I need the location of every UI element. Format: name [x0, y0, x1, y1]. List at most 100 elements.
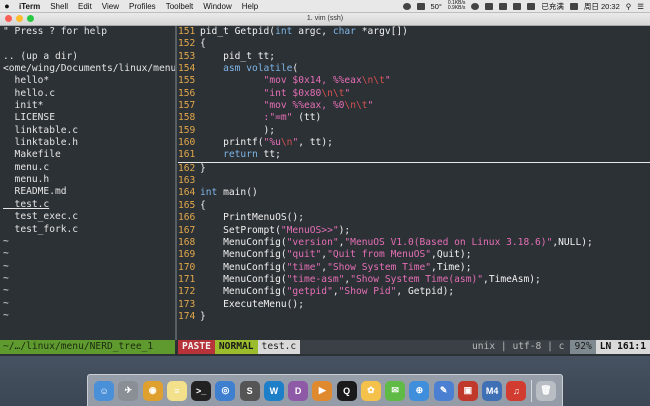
code-line[interactable]: 167 SetPrompt("MenuOS>>");	[178, 225, 650, 237]
line-text[interactable]: printf("%u\n", tt);	[200, 137, 650, 149]
dock-finder-icon[interactable]: ☺	[94, 380, 115, 401]
nerdtree-file-1[interactable]: hello.c	[0, 88, 175, 100]
menu-view[interactable]: View	[97, 2, 124, 11]
zoom-button[interactable]	[27, 15, 34, 22]
line-text[interactable]: return tt;	[200, 149, 650, 161]
line-text[interactable]: "mov $0x14, %%eax\n\t"	[200, 75, 650, 87]
line-text[interactable]: );	[200, 125, 650, 137]
dock-chrome-icon[interactable]: ◉	[142, 380, 163, 401]
code-line[interactable]: 154 asm volatile(	[178, 63, 650, 75]
code-line[interactable]: 166 PrintMenuOS();	[178, 212, 650, 224]
battery-label[interactable]: 已充满	[541, 1, 564, 12]
nerdtree-file-7[interactable]: menu.c	[0, 162, 175, 174]
line-text[interactable]: MenuConfig("time","Show System Time",Tim…	[200, 262, 650, 274]
search-icon[interactable]: ⚲	[626, 2, 632, 11]
code-line[interactable]: 153 pid_t tt;	[178, 51, 650, 63]
nerdtree-root-path[interactable]: <ome/wing/Documents/linux/menu/	[0, 63, 175, 75]
line-text[interactable]: "int $0x80\n\t"	[200, 88, 650, 100]
menu-edit[interactable]: Edit	[73, 2, 97, 11]
line-text[interactable]: asm volatile(	[200, 63, 650, 75]
code-line[interactable]: 162}	[178, 163, 650, 175]
clock-icon[interactable]	[471, 2, 480, 10]
nerdtree-file-10[interactable]: test.c	[0, 199, 175, 211]
nerdtree-file-11[interactable]: test_exec.c	[0, 211, 175, 223]
volume-icon[interactable]	[513, 2, 522, 10]
code-line[interactable]: 160 printf("%u\n", tt);	[178, 137, 650, 149]
dock-slides-icon[interactable]: ▶	[312, 380, 333, 401]
nerdtree-file-9[interactable]: README.md	[0, 186, 175, 198]
code-line[interactable]: 165 {	[178, 200, 650, 212]
minimize-button[interactable]	[16, 15, 23, 22]
split-separator[interactable]	[175, 26, 177, 340]
code-line[interactable]: 159 );	[178, 125, 650, 137]
line-text[interactable]: {	[200, 38, 650, 50]
dock-trash-icon[interactable]: 🗑	[535, 380, 556, 401]
dock-notes-icon[interactable]: ≡	[166, 380, 187, 401]
code-line[interactable]: 161 return tt;	[178, 149, 650, 163]
dock-vmware-icon[interactable]: ▣	[457, 380, 478, 401]
code-line[interactable]: 173 ExecuteMenu();	[178, 299, 650, 311]
code-line[interactable]: 151 pid_t Getpid(int argc, char *argv[])	[178, 26, 650, 38]
line-text[interactable]: MenuConfig("version","MenuOS V1.0(Based …	[200, 237, 650, 249]
line-text[interactable]: }	[200, 163, 650, 175]
clock-label[interactable]: 周日 20:32	[584, 1, 620, 12]
dock-safari-icon[interactable]: ⊕	[409, 380, 430, 401]
dock-terminal-icon[interactable]: >_	[191, 380, 212, 401]
nerdtree-file-8[interactable]: menu.h	[0, 174, 175, 186]
line-text[interactable]	[200, 175, 650, 187]
dock-chromium-icon[interactable]: ◎	[215, 380, 236, 401]
code-line[interactable]: 155 "mov $0x14, %%eax\n\t"	[178, 75, 650, 87]
line-text[interactable]: ExecuteMenu();	[200, 299, 650, 311]
dock-qq-icon[interactable]: Q	[336, 380, 357, 401]
menu-window[interactable]: Window	[198, 2, 236, 11]
flag-icon[interactable]	[569, 2, 578, 10]
code-line[interactable]: 168 MenuConfig("version","MenuOS V1.0(Ba…	[178, 237, 650, 249]
wifi-icon[interactable]	[499, 2, 508, 10]
line-text[interactable]: }	[200, 311, 650, 323]
network-speed[interactable]: 0.1KB/s 0.9KB/s	[448, 1, 466, 11]
bluetooth-icon[interactable]	[485, 2, 494, 10]
code-editor-pane[interactable]: 151 pid_t Getpid(int argc, char *argv[]) 1…	[178, 26, 650, 340]
line-text[interactable]: MenuConfig("quit","Quit from MenuOS",Qui…	[200, 249, 650, 261]
code-line[interactable]: 152 {	[178, 38, 650, 50]
dock-dash-icon[interactable]: D	[288, 380, 309, 401]
nerdtree-file-12[interactable]: test_fork.c	[0, 224, 175, 236]
line-text[interactable]: int main()	[200, 187, 650, 199]
code-line[interactable]: 171 MenuConfig("time-asm","Show System T…	[178, 274, 650, 286]
code-line[interactable]: 172 MenuConfig("getpid","Show Pid", Getp…	[178, 286, 650, 298]
battery-icon[interactable]	[527, 2, 536, 10]
line-text[interactable]: {	[200, 200, 650, 212]
dock-webstorm-icon[interactable]: W	[263, 380, 284, 401]
line-text[interactable]: pid_t tt;	[200, 51, 650, 63]
window-titlebar[interactable]: 1. vim (ssh)	[0, 13, 650, 26]
apple-icon[interactable]: ●	[0, 1, 14, 11]
dock-xcode-icon[interactable]: ✎	[433, 380, 454, 401]
line-text[interactable]: MenuConfig("time-asm","Show System Time(…	[200, 274, 650, 286]
line-text[interactable]: pid_t Getpid(int argc, char *argv[])	[200, 26, 650, 38]
code-line[interactable]: 158 :"=m" (tt)	[178, 112, 650, 124]
code-line[interactable]: 163	[178, 175, 650, 187]
menu-help[interactable]: Help	[237, 2, 263, 11]
dock-sublime-icon[interactable]: S	[239, 380, 260, 401]
line-text[interactable]: PrintMenuOS();	[200, 212, 650, 224]
nerdtree-file-3[interactable]: LICENSE	[0, 112, 175, 124]
dock-netease-icon[interactable]: ♫	[506, 380, 527, 401]
menu-shell[interactable]: Shell	[45, 2, 73, 11]
dock-photos-icon[interactable]: ✿	[360, 380, 381, 401]
temperature-label[interactable]: 50°	[431, 2, 442, 11]
nerdtree-file-0[interactable]: hello*	[0, 75, 175, 87]
menu-profiles[interactable]: Profiles	[124, 2, 161, 11]
line-text[interactable]: :"=m" (tt)	[200, 112, 650, 124]
code-line[interactable]: 164 int main()	[178, 187, 650, 199]
dock-wechat-icon[interactable]: ✉	[385, 380, 406, 401]
code-line[interactable]: 156 "int $0x80\n\t"	[178, 88, 650, 100]
line-text[interactable]: "mov %%eax, %0\n\t"	[200, 100, 650, 112]
nerdtree-file-4[interactable]: linktable.c	[0, 125, 175, 137]
code-line[interactable]: 157 "mov %%eax, %0\n\t"	[178, 100, 650, 112]
nerdtree-file-6[interactable]: Makefile	[0, 149, 175, 161]
menu-app-name[interactable]: iTerm	[14, 2, 45, 11]
monitor-icon[interactable]	[416, 2, 425, 10]
nerdtree-file-2[interactable]: init*	[0, 100, 175, 112]
nerdtree-updir[interactable]: .. (up a dir)	[0, 51, 175, 63]
nerdtree-pane[interactable]: " Press ? for help .. (up a dir) <ome/wi…	[0, 26, 175, 340]
